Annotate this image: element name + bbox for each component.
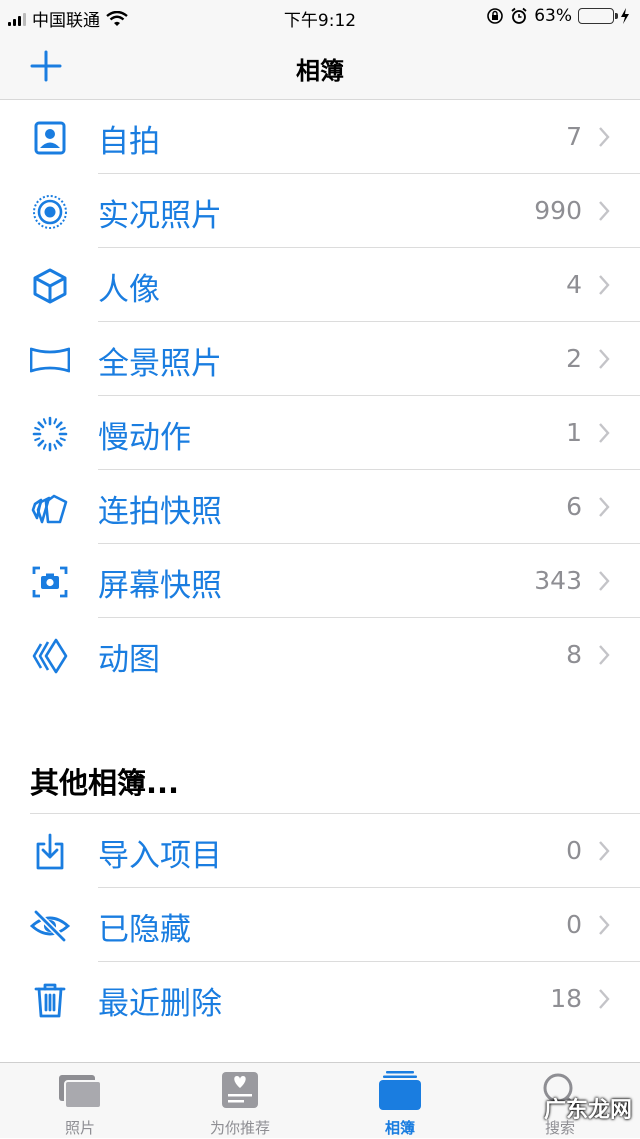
panorama-icon bbox=[30, 347, 70, 373]
other-albums-list: 导入项目 0 已隐藏 0 最近删除 18 bbox=[0, 814, 640, 1036]
status-bar: 中国联通 下午9:12 63% bbox=[0, 0, 640, 34]
album-label: 动图 bbox=[98, 642, 160, 678]
album-count: 6 bbox=[566, 492, 582, 521]
album-count: 990 bbox=[534, 196, 582, 225]
animated-icon bbox=[32, 638, 68, 674]
albums-icon bbox=[379, 1071, 421, 1110]
screenshot-icon bbox=[32, 566, 68, 598]
charging-icon bbox=[621, 8, 629, 24]
album-count: 8 bbox=[566, 640, 582, 669]
tab-photos[interactable]: 照片 bbox=[0, 1063, 160, 1139]
watermark: 广东龙网 bbox=[543, 1098, 632, 1123]
chevron-right-icon bbox=[599, 915, 610, 935]
album-label: 全景照片 bbox=[98, 346, 222, 382]
section-title-other-albums: 其他相簿... bbox=[30, 766, 180, 800]
tab-albums[interactable]: 相簿 bbox=[320, 1063, 480, 1139]
album-count: 1 bbox=[566, 418, 582, 447]
portrait-icon bbox=[34, 121, 66, 155]
album-row-panoramas[interactable]: 全景照片 2 bbox=[0, 322, 640, 396]
chevron-right-icon bbox=[599, 275, 610, 295]
album-label: 实况照片 bbox=[98, 198, 222, 234]
orientation-lock-icon bbox=[487, 8, 504, 24]
album-label: 导入项目 bbox=[98, 838, 222, 874]
album-count: 343 bbox=[534, 566, 582, 595]
album-row-slo-mo[interactable]: 慢动作 1 bbox=[0, 396, 640, 470]
tab-for-you[interactable]: 为你推荐 bbox=[160, 1063, 320, 1139]
chevron-right-icon bbox=[599, 423, 610, 443]
album-row-animated[interactable]: 动图 8 bbox=[0, 618, 640, 692]
album-label: 自拍 bbox=[98, 124, 160, 160]
cube-icon bbox=[33, 268, 67, 304]
burst-icon bbox=[31, 494, 68, 524]
battery-percent: 63% bbox=[534, 6, 572, 26]
chevron-right-icon bbox=[599, 571, 610, 591]
tab-label: 相簿 bbox=[384, 1119, 415, 1137]
battery-icon bbox=[578, 8, 618, 24]
album-count: 18 bbox=[550, 984, 582, 1013]
for-you-icon bbox=[222, 1072, 258, 1108]
album-row-live-photos[interactable]: 实况照片 990 bbox=[0, 174, 640, 248]
album-row-imports[interactable]: 导入项目 0 bbox=[0, 814, 640, 888]
album-label: 最近删除 bbox=[98, 986, 222, 1022]
live-photo-icon bbox=[33, 195, 67, 229]
chevron-right-icon bbox=[599, 497, 610, 517]
album-count: 0 bbox=[566, 836, 582, 865]
album-label: 慢动作 bbox=[98, 420, 191, 456]
album-row-selfies[interactable]: 自拍 7 bbox=[0, 100, 640, 174]
tab-label: 照片 bbox=[64, 1119, 95, 1137]
import-icon bbox=[36, 833, 64, 870]
chevron-right-icon bbox=[599, 841, 610, 861]
tab-label: 为你推荐 bbox=[209, 1119, 270, 1137]
album-row-recently-deleted[interactable]: 最近删除 18 bbox=[0, 962, 640, 1036]
navigation-bar: 相簿 bbox=[0, 34, 640, 100]
album-row-screenshots[interactable]: 屏幕快照 343 bbox=[0, 544, 640, 618]
album-label: 已隐藏 bbox=[98, 912, 191, 948]
album-label: 人像 bbox=[98, 272, 160, 308]
slow-motion-icon bbox=[32, 416, 68, 452]
album-row-portrait[interactable]: 人像 4 bbox=[0, 248, 640, 322]
album-count: 4 bbox=[566, 270, 582, 299]
media-types-list: 自拍 7 实况照片 990 人像 4 全景照片 2 慢动作 1 连拍快照 6 屏… bbox=[0, 100, 640, 692]
album-row-bursts[interactable]: 连拍快照 6 bbox=[0, 470, 640, 544]
alarm-icon bbox=[511, 7, 527, 24]
album-count: 0 bbox=[566, 910, 582, 939]
chevron-right-icon bbox=[599, 349, 610, 369]
chevron-right-icon bbox=[599, 201, 610, 221]
photos-icon bbox=[59, 1075, 102, 1109]
album-count: 2 bbox=[566, 344, 582, 373]
album-label: 屏幕快照 bbox=[98, 568, 222, 604]
album-row-hidden[interactable]: 已隐藏 0 bbox=[0, 888, 640, 962]
chevron-right-icon bbox=[599, 645, 610, 665]
chevron-right-icon bbox=[599, 127, 610, 147]
page-title: 相簿 bbox=[296, 57, 344, 85]
album-label: 连拍快照 bbox=[98, 494, 222, 530]
hidden-eye-icon bbox=[30, 909, 70, 943]
trash-icon bbox=[34, 983, 66, 1018]
album-count: 7 bbox=[566, 122, 582, 151]
chevron-right-icon bbox=[599, 989, 610, 1009]
